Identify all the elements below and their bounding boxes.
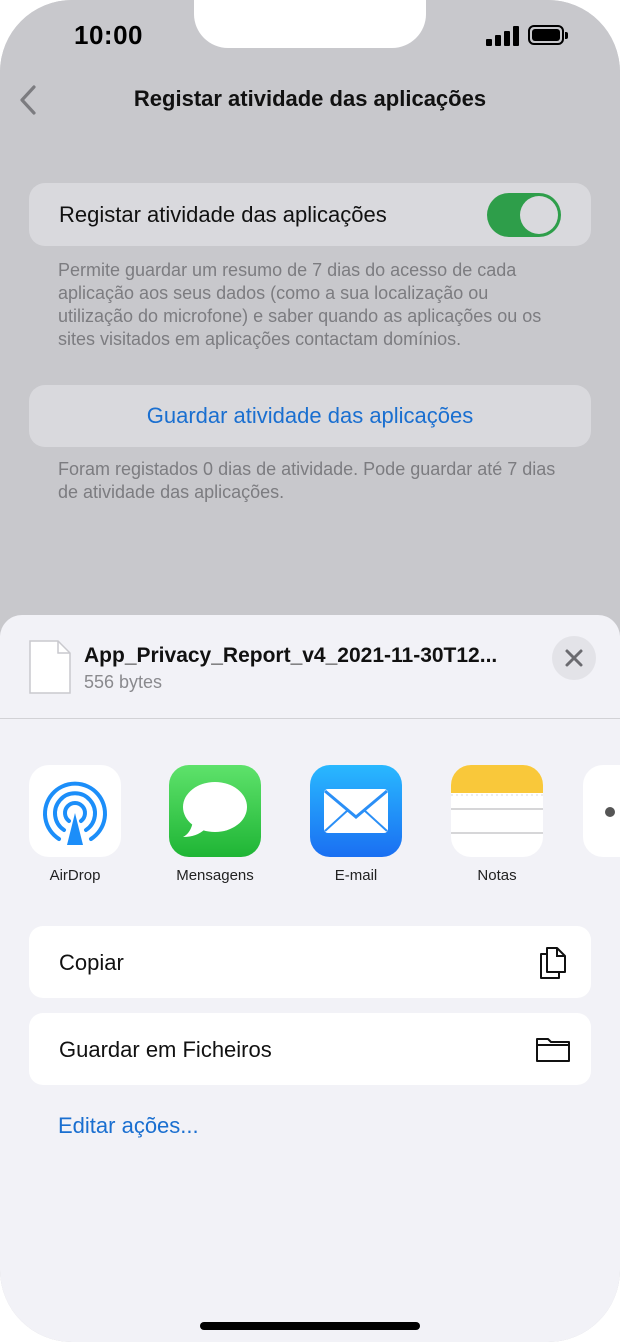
save-activity-row[interactable]: Guardar atividade das aplicações [29, 385, 591, 447]
cellular-signal-icon [486, 26, 520, 46]
share-sheet: App_Privacy_Report_v4_2021-11-30T12... 5… [0, 615, 620, 1342]
mail-icon [310, 765, 402, 857]
app-label: AirDrop [49, 867, 101, 884]
app-activity-toggle[interactable] [487, 193, 561, 237]
copy-action[interactable]: Copiar [29, 926, 591, 998]
share-app-more[interactable] [583, 765, 620, 857]
more-apps-icon [583, 765, 620, 857]
close-icon [565, 649, 583, 667]
app-label: E-mail [334, 867, 378, 884]
edit-actions-link[interactable]: Editar ações... [58, 1113, 199, 1139]
notch [194, 0, 426, 48]
airdrop-icon [29, 765, 121, 857]
notes-icon [451, 765, 543, 857]
share-sheet-header: App_Privacy_Report_v4_2021-11-30T12... 5… [0, 615, 620, 719]
save-activity-button[interactable]: Guardar atividade das aplicações [29, 403, 591, 429]
share-app-mail[interactable]: E-mail [301, 765, 411, 884]
share-app-messages[interactable]: Mensagens [160, 765, 270, 884]
page-title: Registar atividade das aplicações [133, 86, 487, 111]
save-to-files-action[interactable]: Guardar em Ficheiros [29, 1013, 591, 1085]
battery-icon [528, 25, 568, 45]
background-settings-page: 10:00 Registar atividade das aplicações … [0, 0, 620, 640]
phone-screen: 10:00 Registar atividade das aplicações … [0, 0, 620, 1342]
toggle-description: Permite guardar um resumo de 7 dias do a… [58, 260, 542, 349]
document-icon [29, 640, 71, 694]
home-indicator[interactable] [200, 1322, 420, 1330]
toggle-row: Registar atividade das aplicações [29, 183, 591, 246]
messages-icon [169, 765, 261, 857]
file-size: 556 bytes [84, 672, 163, 692]
share-app-airdrop[interactable]: AirDrop [20, 765, 130, 884]
share-app-notes[interactable]: Notas [442, 765, 552, 884]
toggle-knob [520, 196, 558, 234]
file-name: App_Privacy_Report_v4_2021-11-30T12... [84, 644, 498, 667]
status-time: 10:00 [74, 20, 143, 50]
close-button[interactable] [552, 636, 596, 680]
copy-icon [540, 947, 566, 979]
toggle-row-label: Registar atividade das aplicações [59, 202, 387, 227]
app-label: Notas [477, 867, 517, 884]
copy-action-label: Copiar [59, 950, 124, 975]
save-to-files-label: Guardar em Ficheiros [59, 1037, 272, 1062]
share-apps-row: AirDrop Mensagens E-mail Notas [0, 765, 620, 895]
save-footnote: Foram registados 0 dias de atividade. Po… [58, 459, 556, 502]
app-label: Mensagens [176, 867, 254, 884]
folder-icon [536, 1038, 570, 1062]
